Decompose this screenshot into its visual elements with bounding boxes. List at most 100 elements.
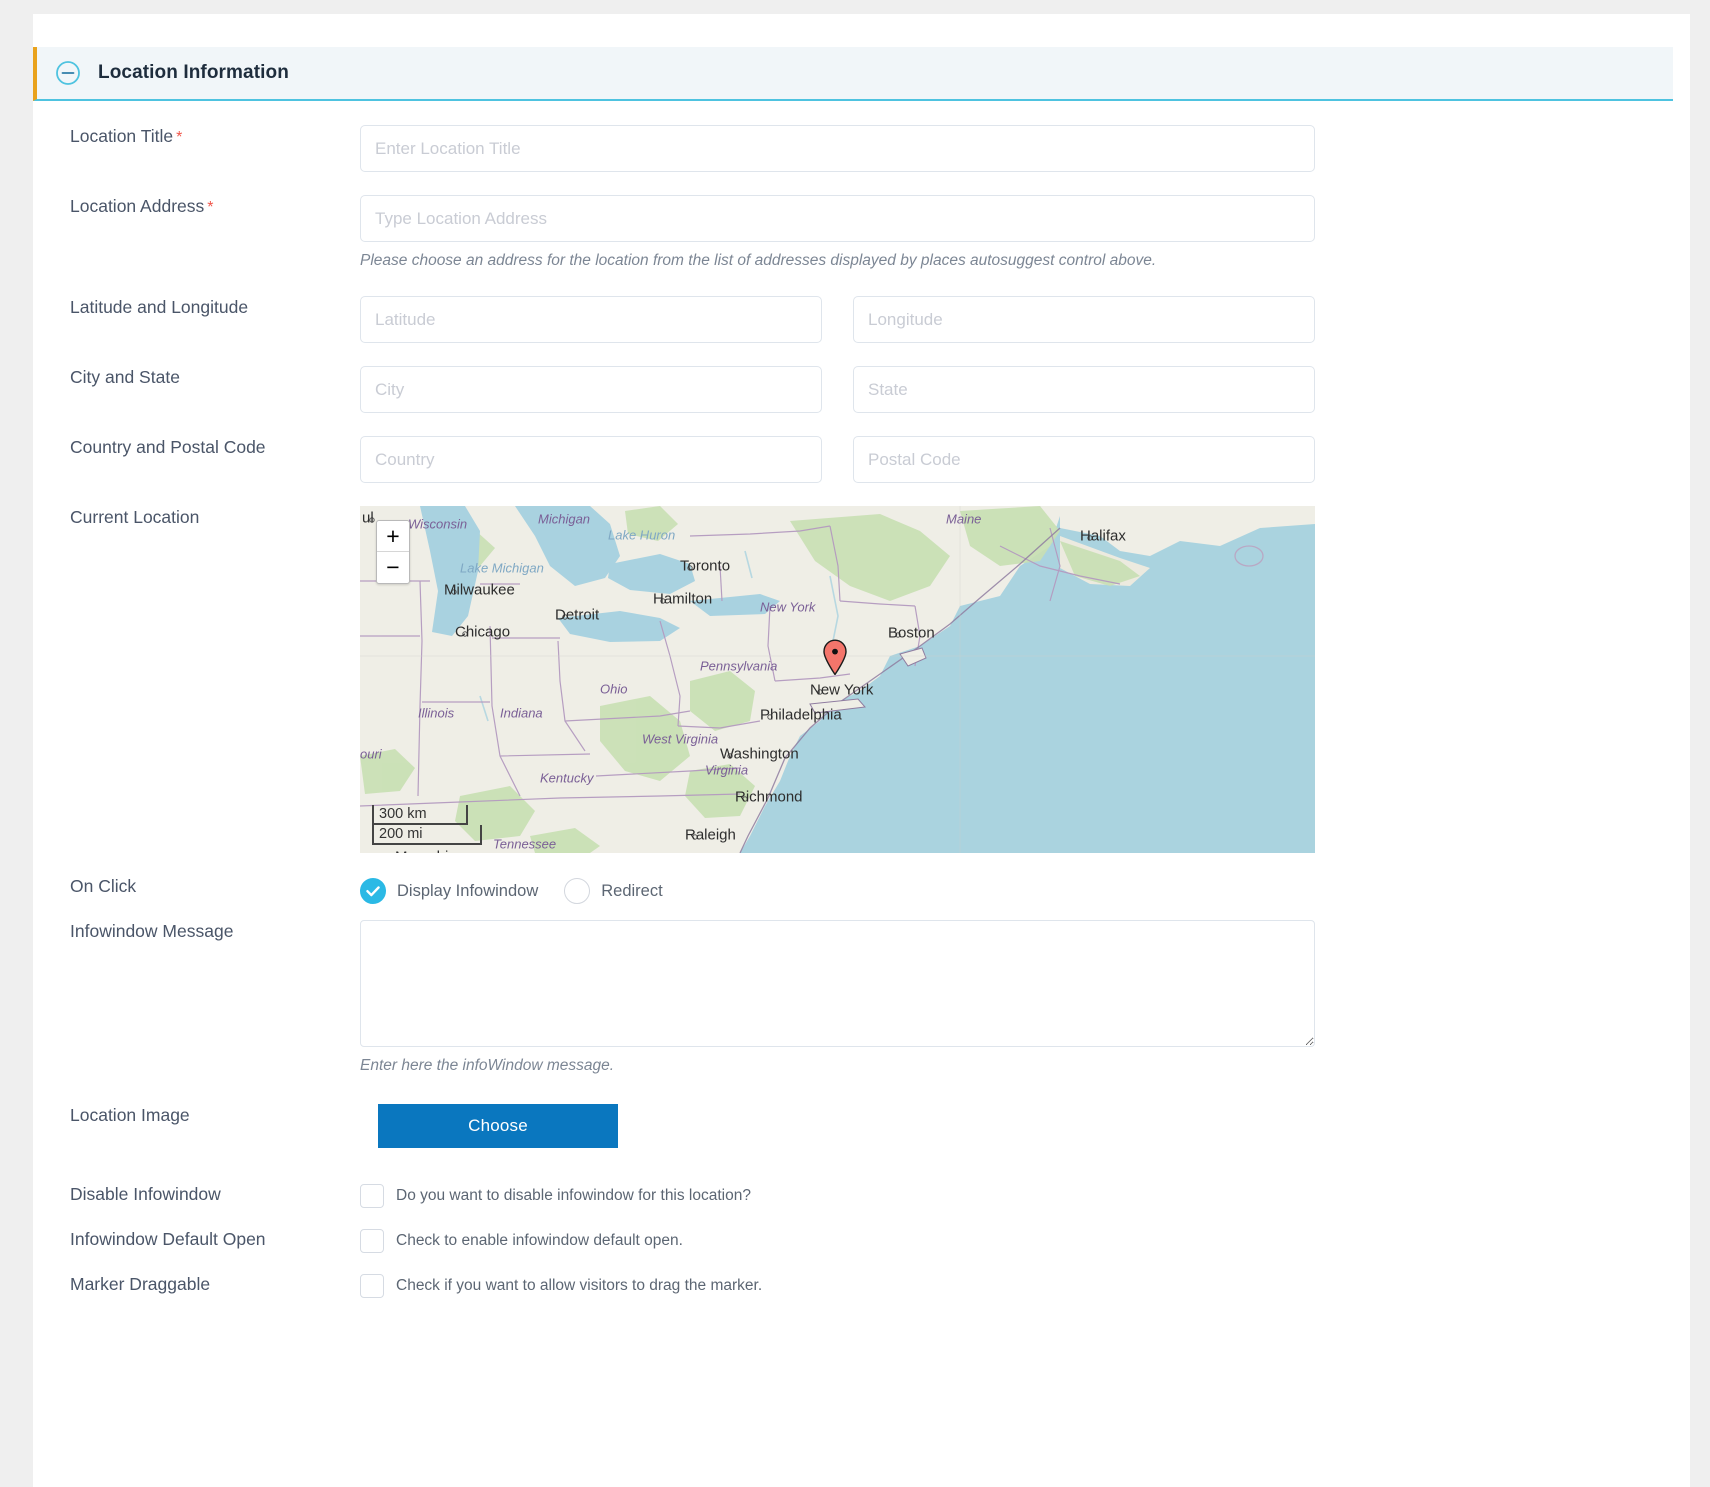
label-city-state: City and State [70, 367, 180, 387]
postal-code-input[interactable] [853, 436, 1315, 483]
field-row-on-click: On Click Display Infowindow Redirect [0, 875, 1710, 904]
svg-text:Lake Huron: Lake Huron [608, 528, 675, 543]
country-postal-pair [360, 436, 1710, 483]
label-disable-infowindow: Disable Infowindow [70, 1184, 221, 1204]
field-row-infowindow-message: Infowindow Message Enter here the infoWi… [0, 920, 1710, 1076]
svg-text:Richmond: Richmond [735, 788, 803, 805]
radio-display-infowindow-indicator[interactable] [360, 878, 386, 904]
page-title: Location Information [98, 62, 289, 83]
control-location-title [360, 125, 1710, 172]
city-state-pair [360, 366, 1710, 413]
label-location-title: Location Title * [0, 125, 360, 149]
disable-infowindow-checkbox-label: Do you want to disable infowindow for th… [396, 1187, 751, 1204]
label-location-address: Location Address * [0, 195, 360, 219]
map-scale-km: 300 km [372, 805, 468, 825]
radio-redirect-label: Redirect [601, 881, 663, 900]
lat-lng-pair [360, 296, 1710, 343]
field-row-location-title: Location Title * [0, 125, 1710, 172]
svg-text:Illinois: Illinois [418, 706, 455, 721]
field-row-infowindow-default-open: Infowindow Default Open Check to enable … [0, 1228, 1710, 1253]
radio-display-infowindow-label: Display Infowindow [397, 881, 539, 900]
label-lat-lng: Latitude and Longitude [70, 297, 249, 317]
required-asterisk: * [176, 129, 183, 146]
label-location-title-text: Location Title [70, 126, 174, 146]
checkbox-row-disable-infowindow[interactable]: Do you want to disable infowindow for th… [360, 1183, 1710, 1208]
location-address-help-text: Please choose an address for the locatio… [360, 252, 1157, 269]
svg-text:Halifax: Halifax [1080, 527, 1126, 544]
svg-text:Memphis: Memphis [395, 848, 456, 853]
svg-text:Virginia: Virginia [705, 763, 748, 778]
map-marker-pin-icon[interactable] [822, 639, 848, 675]
radio-display-infowindow[interactable]: Display Infowindow [360, 878, 538, 904]
svg-text:Boston: Boston [888, 624, 935, 641]
svg-text:Hamilton: Hamilton [653, 590, 712, 607]
svg-text:Maine: Maine [946, 512, 981, 527]
svg-text:New York: New York [760, 600, 817, 615]
svg-text:Kentucky: Kentucky [540, 771, 595, 786]
control-country-postal [360, 436, 1710, 483]
screenshot-root: Location Information Location Title* Loc… [0, 0, 1710, 1487]
svg-text:ouri: ouri [360, 747, 383, 762]
svg-text:Philadelphia: Philadelphia [760, 706, 842, 723]
map-place-labels: Wisconsin Michigan Lake Huron Maine Halifax L… [360, 509, 1126, 853]
field-row-lat-lng: Latitude and Longitude [0, 296, 1710, 343]
location-form: Location Title* Location Address* Please… [0, 125, 1710, 1298]
control-city-state [360, 366, 1710, 413]
svg-text:Lake Michigan: Lake Michigan [460, 561, 544, 576]
marker-draggable-checkbox-label: Check if you want to allow visitors to d… [396, 1277, 763, 1294]
field-row-marker-draggable: Marker Draggable Check if you want to al… [0, 1273, 1710, 1298]
control-current-location: Wisconsin Michigan Lake Huron Maine Halifax L… [360, 506, 1710, 853]
label-location-image: Location Image [70, 1105, 190, 1125]
svg-text:Michigan: Michigan [538, 512, 590, 527]
latitude-input[interactable] [360, 296, 822, 343]
label-country-postal: Country and Postal Code [70, 437, 266, 457]
infowindow-message-textarea[interactable] [360, 920, 1315, 1047]
control-infowindow-message: Enter here the infoWindow message. [360, 920, 1710, 1076]
field-row-city-state: City and State [0, 366, 1710, 413]
label-infowindow-message: Infowindow Message [70, 921, 234, 941]
svg-text:Raleigh: Raleigh [685, 826, 736, 843]
map-zoom-control[interactable]: + − [376, 520, 410, 584]
infowindow-default-open-checkbox-label: Check to enable infowindow default open. [396, 1232, 683, 1249]
label-infowindow-default-open: Infowindow Default Open [70, 1229, 266, 1249]
svg-text:West Virginia: West Virginia [642, 732, 718, 747]
state-input[interactable] [853, 366, 1315, 413]
svg-text:Tennessee: Tennessee [493, 837, 556, 852]
radio-redirect[interactable]: Redirect [564, 878, 663, 904]
location-title-input[interactable] [360, 125, 1315, 172]
city-input[interactable] [360, 366, 822, 413]
minus-circle-icon[interactable] [55, 60, 81, 86]
map-zoom-in-button[interactable]: + [377, 521, 409, 552]
checkbox-row-infowindow-default-open[interactable]: Check to enable infowindow default open. [360, 1228, 1710, 1253]
control-on-click: Display Infowindow Redirect [360, 875, 1710, 904]
country-input[interactable] [360, 436, 822, 483]
control-location-image: Choose [360, 1104, 1710, 1148]
marker-draggable-checkbox[interactable] [360, 1274, 384, 1298]
on-click-radio-group: Display Infowindow Redirect [360, 875, 1710, 904]
svg-text:Indiana: Indiana [500, 706, 543, 721]
svg-text:Wisconsin: Wisconsin [408, 517, 467, 532]
svg-text:New York: New York [810, 681, 874, 698]
checkbox-row-marker-draggable[interactable]: Check if you want to allow visitors to d… [360, 1273, 1710, 1298]
infowindow-default-open-checkbox[interactable] [360, 1229, 384, 1253]
label-location-address-text: Location Address [70, 196, 205, 216]
field-row-country-postal: Country and Postal Code [0, 436, 1710, 483]
radio-redirect-indicator[interactable] [564, 878, 591, 904]
label-current-location: Current Location [70, 507, 200, 527]
location-address-input[interactable] [360, 195, 1315, 242]
svg-text:Chicago: Chicago [455, 623, 510, 640]
location-information-panel-header[interactable]: Location Information [33, 47, 1673, 101]
disable-infowindow-checkbox[interactable] [360, 1184, 384, 1208]
svg-text:ul: ul [362, 509, 374, 526]
field-row-current-location: Current Location Wisconsin Michigan Lake… [0, 506, 1710, 853]
longitude-input[interactable] [853, 296, 1315, 343]
control-location-address: Please choose an address for the locatio… [360, 195, 1710, 271]
choose-image-button[interactable]: Choose [378, 1104, 618, 1148]
svg-text:Milwaukee: Milwaukee [444, 581, 515, 598]
map-scale-mi: 200 mi [372, 825, 482, 845]
control-disable-infowindow: Do you want to disable infowindow for th… [360, 1183, 1710, 1208]
map-zoom-out-button[interactable]: − [377, 552, 409, 583]
svg-text:Toronto: Toronto [680, 557, 730, 574]
field-row-disable-infowindow: Disable Infowindow Do you want to disabl… [0, 1183, 1710, 1208]
current-location-map[interactable]: Wisconsin Michigan Lake Huron Maine Halifax L… [360, 506, 1315, 853]
